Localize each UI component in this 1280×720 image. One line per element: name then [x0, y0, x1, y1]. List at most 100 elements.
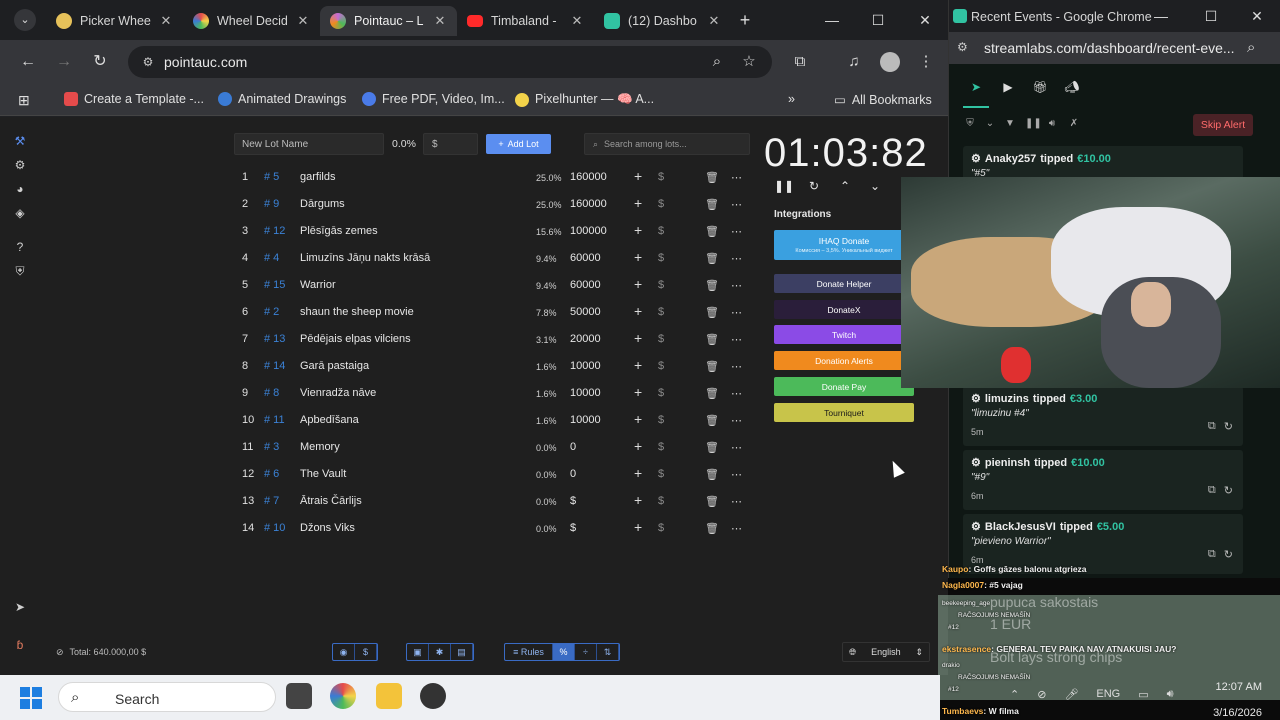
more-icon[interactable]: ⋯ [731, 306, 742, 319]
trash-icon[interactable]: 🗑︎ [705, 306, 719, 319]
more-icon[interactable]: ⋯ [731, 279, 742, 292]
maximize-button[interactable]: ☐ [1201, 6, 1221, 26]
gift-tab-icon[interactable]: 🎁︎ [1032, 80, 1048, 96]
chevron-down-icon[interactable]: ⌄ [983, 118, 997, 132]
dollar-icon[interactable]: $ [658, 171, 664, 183]
lot-name[interactable]: Limuzīns Jāņu nakts krāsā [300, 252, 430, 264]
bookmark-star-icon[interactable]: ☆ [740, 53, 758, 71]
hammer-icon[interactable]: ⚒ [12, 133, 28, 149]
video-tab-icon[interactable]: ▶ [1000, 80, 1016, 96]
more-icon[interactable]: ⋯ [731, 468, 742, 481]
lot-name[interactable]: Vienradža nāve [300, 387, 376, 399]
trash-icon[interactable]: 🗑︎ [705, 360, 719, 373]
integration-button[interactable]: Donate Pay [774, 377, 914, 396]
tab-search-button[interactable]: ⌄ [14, 9, 36, 31]
help-icon[interactable]: ? [12, 239, 28, 255]
plus-icon[interactable]: + [634, 465, 642, 481]
dollar-icon[interactable]: $ [658, 198, 664, 210]
more-icon[interactable]: ⋯ [731, 441, 742, 454]
new-tab-button[interactable]: + [734, 9, 756, 31]
more-icon[interactable]: ⋯ [731, 252, 742, 265]
bookmark-create-template[interactable]: Create a Template -... [64, 92, 204, 106]
gear-icon[interactable]: ⚙ [12, 157, 28, 173]
lot-amount[interactable]: 20000 [570, 333, 601, 345]
lot-name[interactable]: Džons Viks [300, 522, 355, 534]
plus-icon[interactable]: + [634, 357, 642, 373]
lot-amount[interactable]: 60000 [570, 279, 601, 291]
more-icon[interactable]: ⋯ [731, 360, 742, 373]
plus-icon[interactable]: + [634, 330, 642, 346]
trash-icon[interactable]: 🗑︎ [705, 522, 719, 535]
taskbar-clock[interactable]: 12:07 AM 3/16/2026 [1186, 681, 1262, 719]
dollar-icon[interactable]: $ [658, 279, 664, 291]
dollar-icon[interactable]: $ [658, 387, 664, 399]
trash-icon[interactable]: 🗑︎ [705, 387, 719, 400]
zoom-icon[interactable]: ⌕ [1247, 39, 1255, 56]
new-lot-name-input[interactable]: New Lot Name [234, 133, 384, 155]
close-window-button[interactable]: ✕ [1247, 6, 1267, 26]
plus-icon[interactable]: + [634, 384, 642, 400]
megaphone-tab-icon[interactable]: 📣︎ [1064, 80, 1080, 96]
pause-icon[interactable]: ❚❚ [774, 179, 794, 195]
lot-name[interactable]: garfilds [300, 171, 335, 183]
close-window-button[interactable]: ✕ [915, 10, 935, 30]
lot-name[interactable]: The Vault [300, 468, 346, 480]
close-icon[interactable]: ✕ [296, 13, 310, 29]
sort-icon[interactable]: ⇅ [597, 644, 619, 660]
back-button[interactable]: ← [18, 52, 38, 72]
layers-icon[interactable]: ◈ [12, 205, 28, 221]
dollar-icon[interactable]: $ [658, 414, 664, 426]
dollar-icon[interactable]: $ [355, 644, 377, 660]
mute-icon[interactable]: ✗ [1067, 118, 1081, 132]
lot-amount[interactable]: 50000 [570, 306, 601, 318]
maximize-button[interactable]: ☐ [868, 10, 888, 30]
chrome-taskbar-icon[interactable] [330, 683, 356, 709]
microphone-icon[interactable]: 🎤︎ [1064, 688, 1078, 701]
tips-tab-icon[interactable]: ➤ [968, 80, 984, 96]
bookmark-free-pdf[interactable]: Free PDF, Video, Im... [362, 92, 505, 106]
eye-off-icon[interactable]: ⊘ [56, 647, 64, 658]
lot-amount[interactable]: $ [570, 522, 576, 534]
more-icon[interactable]: ⋯ [731, 171, 742, 184]
integration-button[interactable]: DonateX [774, 300, 914, 319]
lot-name[interactable]: Garā pastaiga [300, 360, 369, 372]
chevron-down-icon[interactable]: ⌄ [866, 179, 884, 195]
save-icon[interactable]: ▣ [407, 644, 429, 660]
tab-wheel-decide[interactable]: Wheel Decid ✕ [183, 6, 320, 36]
trash-icon[interactable]: 🗑︎ [705, 333, 719, 346]
integration-button[interactable]: IHAQ Donate Комиссия – 3,5%. Уникальный в… [774, 230, 914, 260]
plus-icon[interactable]: + [634, 519, 642, 535]
plus-icon[interactable]: + [634, 249, 642, 265]
telegram-icon[interactable]: ➤ [12, 599, 28, 615]
filter-icon[interactable]: ▼ [1003, 118, 1017, 132]
lot-amount[interactable]: $ [570, 495, 576, 507]
trash-icon[interactable]: 🗑︎ [705, 252, 719, 265]
lot-amount[interactable]: 60000 [570, 252, 601, 264]
boosty-icon[interactable]: ɓ [12, 637, 28, 653]
trash-icon[interactable]: 🗑︎ [705, 225, 719, 238]
input-language[interactable]: ENG [1096, 688, 1120, 701]
minimize-button[interactable]: — [822, 10, 842, 30]
lot-amount[interactable]: 10000 [570, 414, 601, 426]
tab-picker-wheel[interactable]: Picker Whee ✕ [46, 6, 183, 36]
volume-icon[interactable]: 🔊︎ [1167, 688, 1174, 701]
dollar-icon[interactable]: $ [658, 225, 664, 237]
lot-name[interactable]: shaun the sheep movie [300, 306, 414, 318]
lot-amount[interactable]: 160000 [570, 198, 607, 210]
trash-icon[interactable]: 🗑︎ [705, 441, 719, 454]
dollar-icon[interactable]: $ [658, 360, 664, 372]
plus-icon[interactable]: + [634, 303, 642, 319]
bookmarks-overflow-icon[interactable]: » [788, 92, 795, 106]
more-icon[interactable]: ⋯ [731, 333, 742, 346]
site-info-icon[interactable]: ⚙ [140, 54, 156, 70]
trash-icon[interactable]: 🗑︎ [705, 171, 719, 184]
bookmark-animated-drawings[interactable]: Animated Drawings [218, 92, 346, 106]
chevron-up-icon[interactable]: ⌃ [1010, 688, 1019, 701]
lot-name[interactable]: Warrior [300, 279, 336, 291]
lot-name[interactable]: Pēdējais elpas vilciens [300, 333, 411, 345]
close-icon[interactable]: ✕ [707, 13, 721, 29]
dollar-icon[interactable]: $ [658, 252, 664, 264]
add-lot-button[interactable]: + Add Lot [486, 134, 551, 154]
close-icon[interactable]: ✕ [570, 13, 584, 29]
plus-icon[interactable]: + [634, 438, 642, 454]
